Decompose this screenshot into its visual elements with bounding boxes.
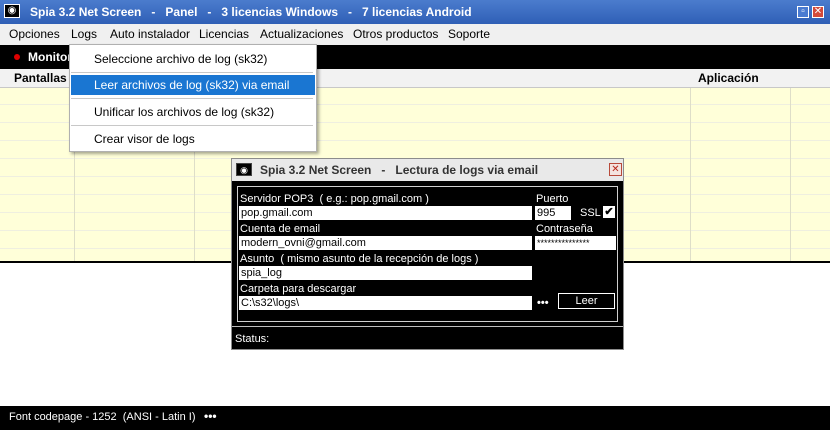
- logs-dropdown-menu: Seleccione archivo de log (sk32) Leer ar…: [69, 44, 317, 152]
- menu-item-select-log-file[interactable]: Seleccione archivo de log (sk32): [71, 49, 315, 69]
- menu-otros-productos[interactable]: Otros productos: [351, 27, 440, 41]
- close-button[interactable]: ✕: [812, 6, 824, 18]
- menu-auto-instalador[interactable]: Auto instalador: [108, 27, 192, 41]
- subject-label: Asunto ( mismo asunto de la recepción de…: [240, 253, 479, 265]
- port-input[interactable]: 995: [535, 206, 571, 220]
- status-bar: Font codepage - 1252 (ANSI - Latin I) ••…: [0, 406, 830, 430]
- folder-label: Carpeta para descargar: [240, 283, 357, 295]
- subject-input[interactable]: spia_log: [239, 266, 532, 280]
- eye-icon: ◉: [236, 163, 252, 176]
- menu-licencias[interactable]: Licencias: [197, 27, 251, 41]
- column-header-aplicacion[interactable]: Aplicación: [698, 71, 759, 85]
- menu-separator: [71, 98, 313, 99]
- eye-icon[interactable]: ◉: [4, 4, 20, 18]
- grid-column-divider: [690, 69, 691, 261]
- port-label: Puerto: [536, 193, 569, 205]
- menu-item-create-log-viewer[interactable]: Crear visor de logs: [71, 129, 315, 149]
- monitor-tab[interactable]: Monitor: [28, 50, 72, 64]
- status-more-button[interactable]: •••: [204, 409, 217, 423]
- dialog-close-button[interactable]: ✕: [609, 163, 622, 176]
- column-header-pantallas[interactable]: Pantallas: [14, 71, 67, 85]
- title-bar: ◉ Spia 3.2 Net Screen - Panel - 3 licenc…: [0, 0, 830, 24]
- menu-actualizaciones[interactable]: Actualizaciones: [258, 27, 345, 41]
- minimize-button[interactable]: ▫: [797, 6, 809, 18]
- menu-separator: [71, 72, 313, 73]
- folder-input[interactable]: C:\s32\logs\: [239, 296, 532, 310]
- dialog-status: Status:: [235, 333, 270, 345]
- menu-logs[interactable]: Logs: [69, 27, 99, 41]
- dialog-title-bar[interactable]: ◉ Spia 3.2 Net Screen - Lectura de logs …: [232, 159, 623, 181]
- recording-indicator-icon: [14, 54, 20, 60]
- browse-folder-button[interactable]: •••: [537, 297, 549, 309]
- password-input[interactable]: ***************: [535, 236, 616, 250]
- password-label: Contraseña: [536, 223, 593, 235]
- account-label: Cuenta de email: [240, 223, 321, 235]
- email-logs-dialog: ◉ Spia 3.2 Net Screen - Lectura de logs …: [231, 158, 624, 350]
- ssl-checkbox[interactable]: ✔: [603, 206, 615, 218]
- font-codepage-status: Font codepage - 1252 (ANSI - Latin I): [9, 411, 196, 423]
- menu-soporte[interactable]: Soporte: [446, 27, 492, 41]
- menu-opciones[interactable]: Opciones: [7, 27, 62, 41]
- server-input[interactable]: pop.gmail.com: [239, 206, 532, 220]
- window-title: Spia 3.2 Net Screen - Panel - 3 licencia…: [30, 5, 472, 19]
- server-label: Servidor POP3 ( e.g.: pop.gmail.com ): [240, 193, 429, 205]
- ssl-label: SSL: [580, 207, 601, 219]
- dialog-title: Spia 3.2 Net Screen - Lectura de logs vi…: [260, 163, 539, 177]
- menu-separator: [71, 125, 313, 126]
- menu-item-read-logs-email[interactable]: Leer archivos de log (sk32) via email: [71, 75, 315, 95]
- menu-bar: Opciones Logs Auto instalador Licencias …: [0, 24, 830, 46]
- status-divider: [232, 326, 623, 327]
- account-input[interactable]: modern_ovni@gmail.com: [239, 236, 532, 250]
- read-button[interactable]: Leer: [558, 293, 615, 309]
- grid-column-divider: [790, 69, 791, 261]
- menu-item-merge-logs[interactable]: Unificar los archivos de log (sk32): [71, 102, 315, 122]
